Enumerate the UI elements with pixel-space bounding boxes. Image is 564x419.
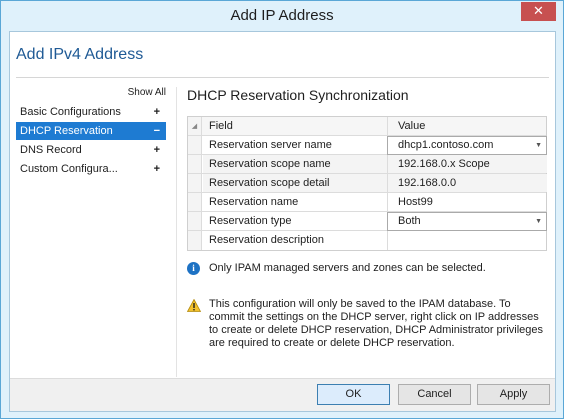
field-name: Reservation scope name <box>209 158 331 170</box>
table-row[interactable]: Reservation description <box>188 231 546 250</box>
field-name: Reservation description <box>209 234 324 246</box>
show-all-link[interactable]: Show All <box>128 87 166 98</box>
expand-icon[interactable]: + <box>154 141 160 159</box>
row-gutter <box>188 212 202 230</box>
sidebar-item-basic-configurations[interactable]: Basic Configurations + <box>16 103 166 121</box>
warning-text: This configuration will only be saved to… <box>209 298 544 349</box>
window-title: Add IP Address <box>230 7 334 24</box>
field-value: 192.168.0.x Scope <box>387 155 547 173</box>
column-header-value[interactable]: Value <box>387 117 547 135</box>
page-title: Add IPv4 Address <box>16 46 144 63</box>
apply-button[interactable]: Apply <box>477 384 550 405</box>
field-name: Reservation server name <box>209 139 332 151</box>
section-title: DHCP Reservation Synchronization <box>187 87 409 103</box>
table-row[interactable]: Reservation name Host99 <box>188 193 546 212</box>
dropdown-value: dhcp1.contoso.com <box>398 139 494 151</box>
sidebar-item-label: DNS Record <box>20 144 82 156</box>
sidebar-item-dns-record[interactable]: DNS Record + <box>16 141 166 159</box>
expand-icon[interactable]: + <box>154 103 160 121</box>
sidebar-item-label: Custom Configura... <box>20 163 118 175</box>
expand-icon[interactable]: + <box>154 160 160 178</box>
sidebar-item-custom-configuration[interactable]: Custom Configura... + <box>16 160 166 178</box>
sort-icon[interactable]: ◢ <box>188 117 202 135</box>
button-bar: OK Cancel Apply <box>10 378 555 411</box>
row-gutter <box>188 231 202 250</box>
grid-header-row: ◢ Field Value <box>188 117 546 136</box>
row-gutter <box>188 174 202 192</box>
title-bar[interactable]: Add IP Address ✕ <box>1 1 563 30</box>
row-gutter <box>188 193 202 211</box>
row-gutter <box>188 155 202 173</box>
close-button[interactable]: ✕ <box>521 2 556 21</box>
sidebar-item-dhcp-reservation[interactable]: DHCP Reservation − <box>16 122 166 140</box>
reservation-name-input[interactable]: Host99 <box>387 193 547 211</box>
cancel-button[interactable]: Cancel <box>398 384 471 405</box>
column-header-field[interactable]: Field <box>209 117 233 136</box>
dialog-window: Add IP Address ✕ Add IPv4 Address Show A… <box>0 0 564 419</box>
property-grid: ◢ Field Value Reservation server name dh… <box>187 116 547 251</box>
table-row: Reservation scope name 192.168.0.x Scope <box>188 155 547 174</box>
info-icon: i <box>187 262 200 275</box>
reservation-description-input[interactable] <box>387 231 547 250</box>
chevron-down-icon[interactable]: ▼ <box>535 137 542 154</box>
dialog-body: Add IPv4 Address Show All Basic Configur… <box>9 31 556 412</box>
chevron-down-icon[interactable]: ▼ <box>535 213 542 230</box>
reservation-server-dropdown[interactable]: dhcp1.contoso.com ▼ <box>387 136 547 155</box>
field-name: Reservation scope detail <box>209 177 330 189</box>
collapse-icon[interactable]: − <box>154 122 160 140</box>
table-row[interactable]: Reservation server name dhcp1.contoso.co… <box>188 136 547 155</box>
sidebar-item-label: Basic Configurations <box>20 106 121 118</box>
dropdown-value: Both <box>398 215 421 227</box>
table-row[interactable]: Reservation type Both ▼ <box>188 212 547 231</box>
sidebar-item-label: DHCP Reservation <box>20 125 113 137</box>
reservation-type-dropdown[interactable]: Both ▼ <box>387 212 547 231</box>
info-text: Only IPAM managed servers and zones can … <box>209 262 486 274</box>
ok-button[interactable]: OK <box>317 384 390 405</box>
field-value: 192.168.0.0 <box>387 174 547 192</box>
field-name: Reservation name <box>209 196 299 208</box>
warning-icon <box>186 298 202 315</box>
row-gutter <box>188 136 202 154</box>
heading-divider <box>16 77 549 78</box>
nav-divider <box>176 87 177 377</box>
field-name: Reservation type <box>209 215 292 227</box>
table-row: Reservation scope detail 192.168.0.0 <box>188 174 547 193</box>
